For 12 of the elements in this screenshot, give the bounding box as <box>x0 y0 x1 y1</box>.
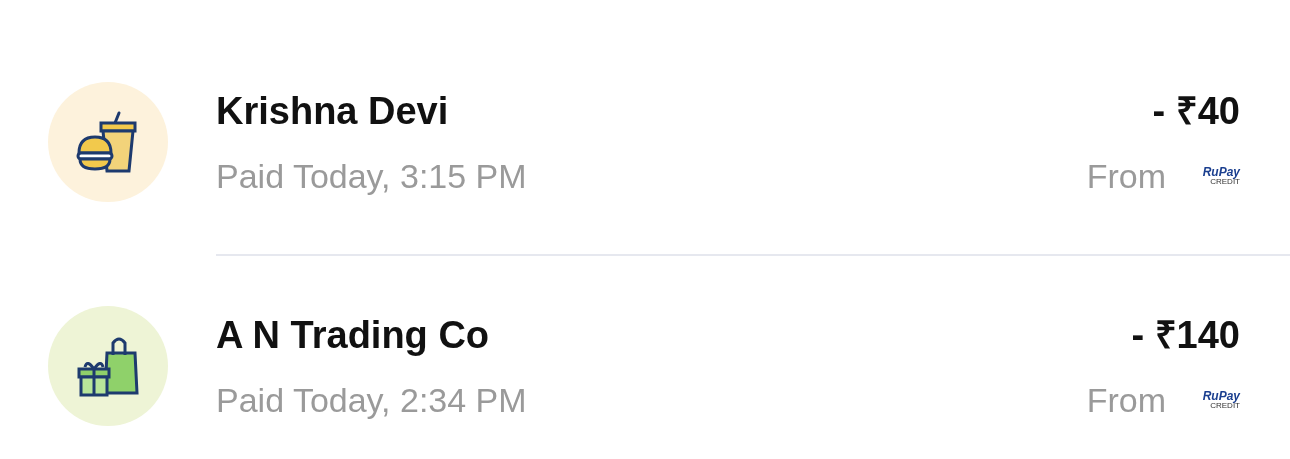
from-label: From <box>1086 156 1166 196</box>
payee-name: Krishna Devi <box>216 89 450 134</box>
from-label: From <box>1086 380 1166 420</box>
amount: - ₹140 <box>1131 313 1240 358</box>
payee-name: A N Trading Co <box>216 313 491 358</box>
card-brand: RuPay <box>1202 166 1240 178</box>
card-type: CREDIT <box>1210 178 1240 186</box>
card-brand: RuPay <box>1202 390 1240 402</box>
card-type: CREDIT <box>1210 402 1240 410</box>
payment-time: Paid Today, 3:15 PM <box>216 156 528 196</box>
amount: - ₹40 <box>1152 89 1240 134</box>
payment-time: Paid Today, 2:34 PM <box>216 380 528 420</box>
